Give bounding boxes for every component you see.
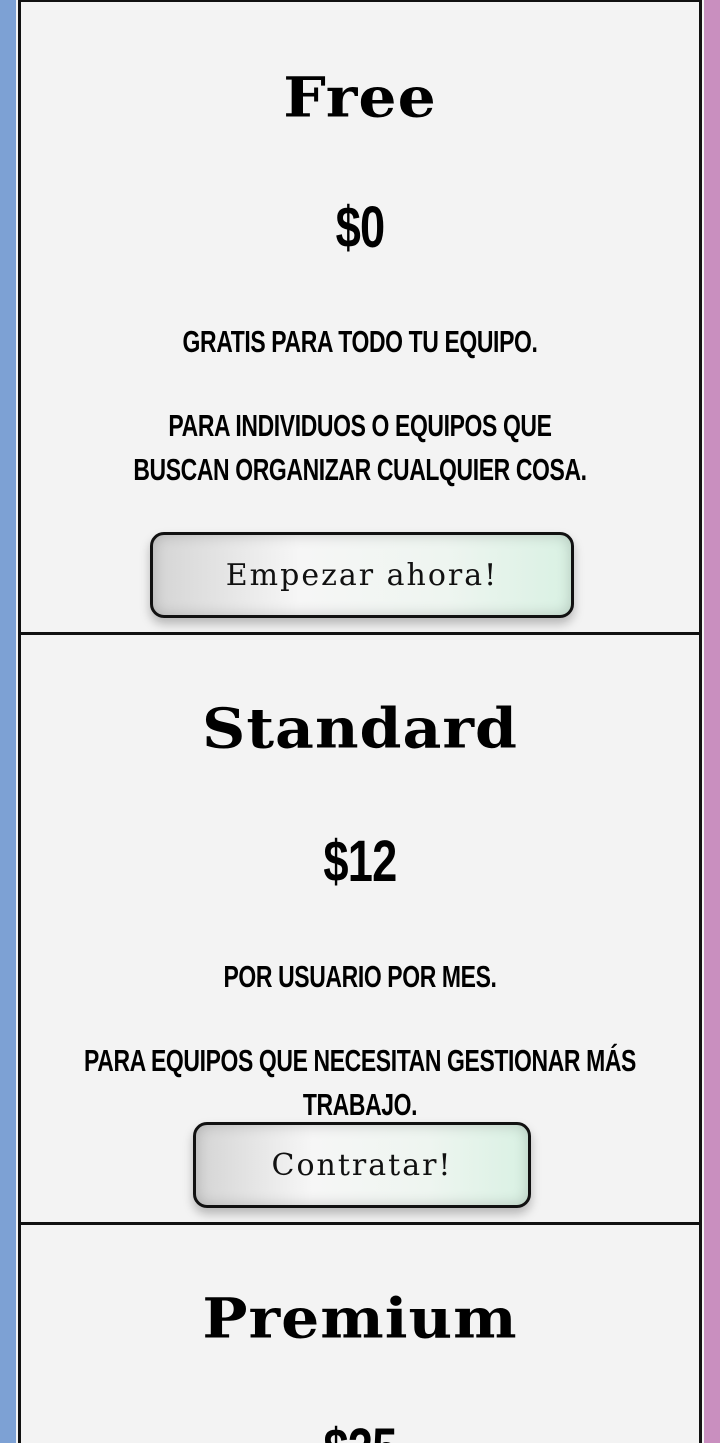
plan-price: $25 [96, 1421, 625, 1443]
plan-description: Por usuario por mes. Para equipos que ne… [50, 955, 670, 1127]
plan-description-line2: Para equipos que necesitan gestionar más… [84, 1043, 636, 1122]
plan-description-line1: Por usuario por mes. [223, 959, 497, 994]
plan-card-premium: Premium $25 [21, 1222, 699, 1443]
start-now-button[interactable]: Empezar ahora! [150, 532, 574, 618]
plan-name: Free [283, 65, 437, 131]
plan-name: Standard [202, 696, 518, 762]
plan-price: $12 [323, 829, 397, 894]
pricing-column: Free $0 Gratis para todo tu equipo. Para… [18, 0, 702, 1443]
plan-description-line2: Para individuos o equipos que buscan org… [133, 408, 587, 487]
plan-description-line1: Gratis para todo tu equipo. [182, 324, 538, 359]
plan-card-free: Free $0 Gratis para todo tu equipo. Para… [21, 0, 699, 634]
plan-price: $0 [335, 195, 386, 260]
plan-card-standard: Standard $12 Por usuario por mes. Para e… [21, 632, 699, 1224]
hire-button[interactable]: Contratar! [193, 1122, 531, 1208]
plan-name: Premium [202, 1286, 518, 1352]
plan-description: Gratis para todo tu equipo. Para individ… [124, 320, 596, 492]
